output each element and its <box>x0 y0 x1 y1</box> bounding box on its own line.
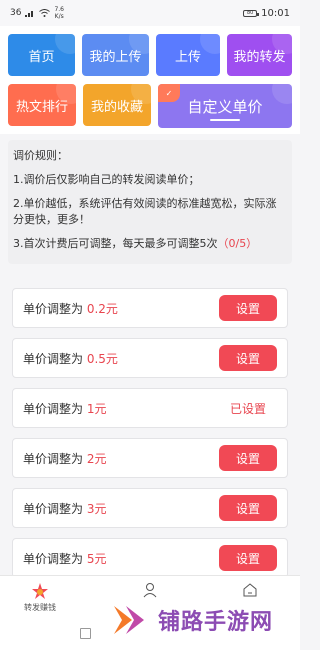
pricing-rules: 调价规则： 1.调价后仅影响自己的转发阅读单价； 2.单价越低，系统评估有效阅读… <box>8 140 292 264</box>
price-value: 0.5元 <box>86 351 118 366</box>
rules-title: 调价规则： <box>13 149 68 162</box>
battery-icon: 80 <box>243 9 260 17</box>
price-value: 1元 <box>86 401 107 416</box>
tile-upload[interactable]: 上传 <box>156 34 220 76</box>
net-speed: 7.6 K/s <box>54 6 64 20</box>
tile-my-shares[interactable]: 我的转发 <box>227 34 292 76</box>
set-button[interactable]: 设置 <box>219 445 277 471</box>
nav-profile[interactable] <box>120 582 180 600</box>
signal-icon: 36 <box>10 8 22 18</box>
price-row: 单价调整为 3元 设置 <box>12 488 288 528</box>
watermark: 铺路手游网 <box>112 602 273 638</box>
rule-1: 1.调价后仅影响自己的转发阅读单价； <box>13 173 200 186</box>
menu-tiles: 首页 我的上传 上传 我的转发 热文排行 我的收藏 ✓ 自定义单价 <box>0 26 300 134</box>
clock: 10:01 <box>261 7 290 19</box>
set-button[interactable]: 设置 <box>219 545 277 571</box>
tile-my-favorites[interactable]: 我的收藏 <box>83 84 151 126</box>
active-underline <box>210 119 240 121</box>
price-value: 2元 <box>86 451 107 466</box>
rule-3: 3.首次计费后可调整，每天最多可调整5次（0/5） <box>13 237 258 250</box>
price-row: 单价调整为 0.5元 设置 <box>12 338 288 378</box>
ribbon-icon: ✓ <box>158 84 180 102</box>
already-set-label: 已设置 <box>229 401 266 416</box>
price-list: 单价调整为 0.2元 设置 单价调整为 0.5元 设置 单价调整为 1元 已设置… <box>12 288 288 588</box>
set-button[interactable]: 设置 <box>219 495 277 521</box>
set-button[interactable]: 设置 <box>219 345 277 371</box>
signal-bars-icon <box>25 11 34 17</box>
tile-home[interactable]: 首页 <box>8 34 75 76</box>
price-row: 单价调整为 0.2元 设置 <box>12 288 288 328</box>
nav-share-earn[interactable]: 转发赚钱 <box>10 582 70 613</box>
tile-my-uploads[interactable]: 我的上传 <box>82 34 149 76</box>
set-button[interactable]: 设置 <box>219 295 277 321</box>
price-row: 单价调整为 1元 已设置 <box>12 388 288 428</box>
price-row: 单价调整为 5元 设置 <box>12 538 288 578</box>
tile-custom-price[interactable]: ✓ 自定义单价 <box>158 84 292 128</box>
adjust-count: （0/5） <box>217 237 258 250</box>
system-checkbox[interactable] <box>80 628 91 639</box>
price-value: 0.2元 <box>86 301 118 316</box>
rule-2: 2.单价越低，系统评估有效阅读的标准越宽松，实际涨分更快，更多！ <box>13 197 277 226</box>
price-row: 单价调整为 2元 设置 <box>12 438 288 478</box>
coin-star-icon <box>32 583 48 599</box>
tile-hot-ranking[interactable]: 热文排行 <box>8 84 76 126</box>
logo-icon <box>114 606 144 634</box>
nav-home[interactable] <box>220 582 280 600</box>
wifi-icon <box>39 9 51 17</box>
home-icon <box>243 583 257 597</box>
price-value: 5元 <box>86 551 107 566</box>
price-value: 3元 <box>86 501 107 516</box>
person-icon <box>143 583 157 598</box>
status-bar: 36 7.6 K/s 80 10:01 <box>0 0 300 26</box>
